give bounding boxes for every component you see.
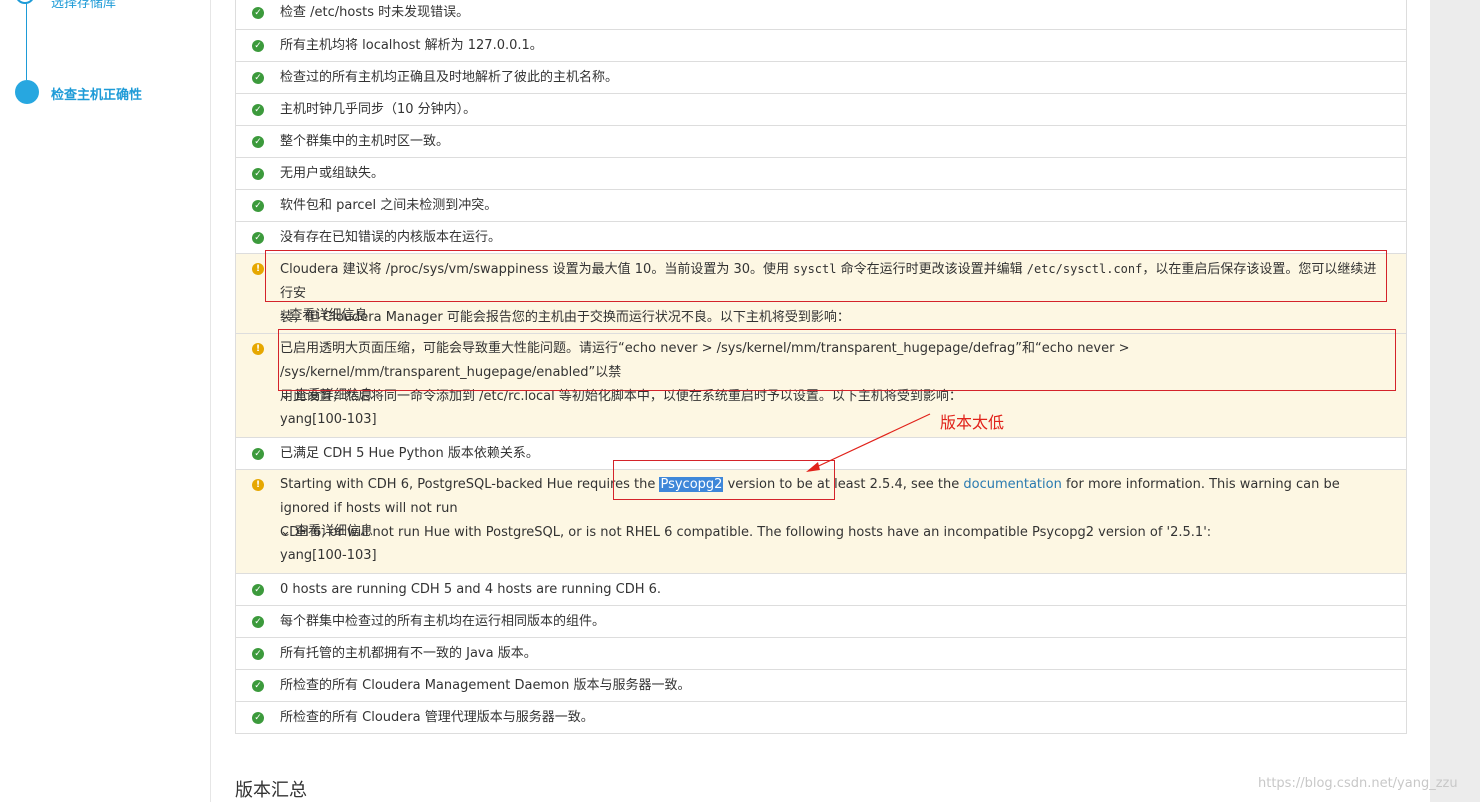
annotation-label: 版本太低 — [940, 413, 1005, 432]
annotation-arrow — [806, 413, 931, 472]
watermark: https://blog.csdn.net/yang_zzu — [1258, 776, 1458, 791]
section-title-version-summary: 版本汇总 — [235, 780, 307, 801]
